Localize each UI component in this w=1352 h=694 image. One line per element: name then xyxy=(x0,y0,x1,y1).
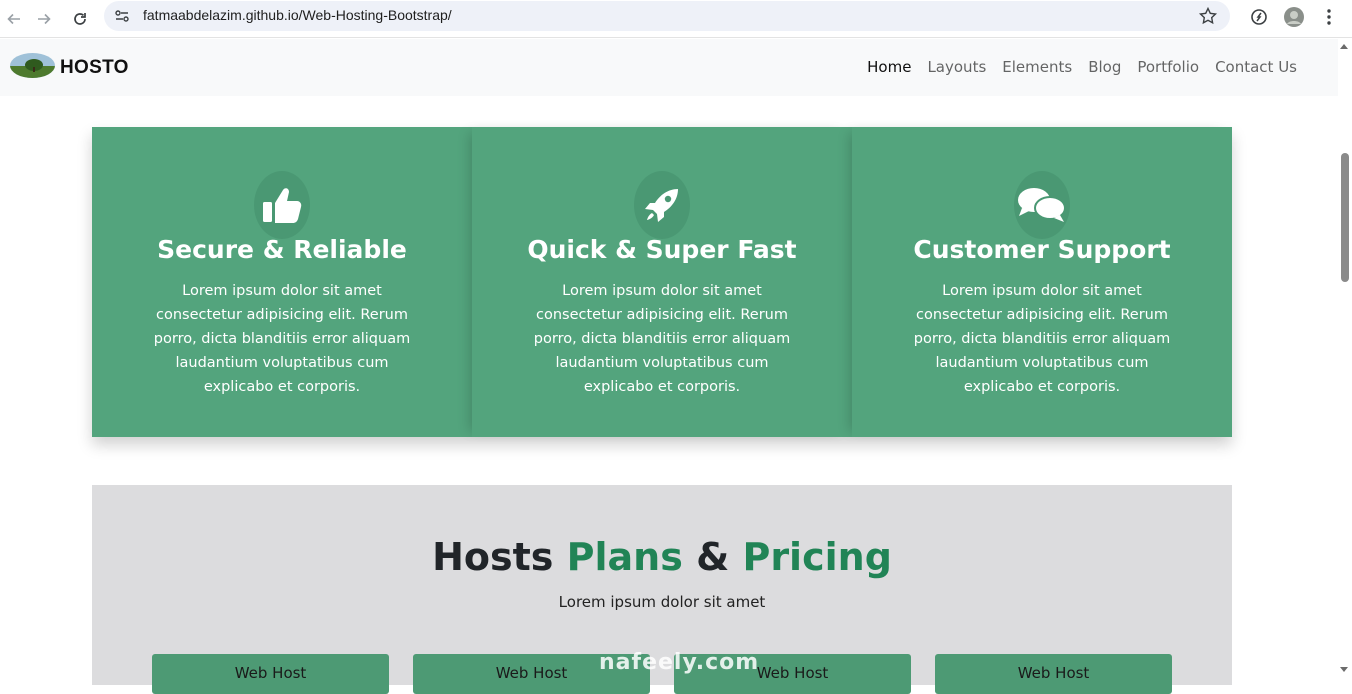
scrollbar-thumb[interactable] xyxy=(1341,153,1349,282)
brand-logo[interactable] xyxy=(10,53,55,78)
feature-title: Secure & Reliable xyxy=(157,235,407,264)
nav-link-elements[interactable]: Elements xyxy=(994,58,1080,76)
nav-link-portfolio[interactable]: Portfolio xyxy=(1129,58,1207,76)
plan-name: Web Host xyxy=(1017,664,1090,682)
forward-button[interactable] xyxy=(30,5,58,33)
nav-links: Home Layouts Elements Blog Portfolio Con… xyxy=(859,58,1305,76)
feature-text: Lorem ipsum dolor sit amet consectetur a… xyxy=(533,283,791,395)
more-vertical-icon xyxy=(1327,9,1331,25)
scroll-down-arrow-icon[interactable] xyxy=(1340,667,1348,672)
bookmark-star-icon[interactable] xyxy=(1198,6,1218,26)
arrow-right-icon xyxy=(38,13,51,25)
nav-link-blog[interactable]: Blog xyxy=(1080,58,1129,76)
feature-text: Lorem ipsum dolor sit amet consectetur a… xyxy=(913,283,1171,395)
feature-title: Quick & Super Fast xyxy=(527,235,797,264)
landscape-logo-icon xyxy=(10,53,55,78)
pricing-heading-part: & xyxy=(696,535,730,579)
nav-link-layouts[interactable]: Layouts xyxy=(919,58,994,76)
feature-card: Customer Support Lorem ipsum dolor sit a… xyxy=(852,127,1232,437)
feature-card: Quick & Super Fast Lorem ipsum dolor sit… xyxy=(472,127,852,437)
pricing-heading-part: Hosts xyxy=(432,535,554,579)
feature-title: Customer Support xyxy=(913,235,1171,264)
comments-icon xyxy=(1018,188,1066,222)
reload-button[interactable] xyxy=(66,5,94,33)
feature-text: Lorem ipsum dolor sit amet consectetur a… xyxy=(153,283,411,395)
site-navbar: HOSTO Home Layouts Elements Blog Portfol… xyxy=(0,39,1338,96)
site-settings-icon[interactable] xyxy=(114,8,130,24)
address-bar[interactable]: fatmaabdelazim.github.io/Web-Hosting-Boo… xyxy=(104,1,1230,31)
avatar-icon xyxy=(1284,7,1304,27)
plan-card-header: Web Host xyxy=(152,654,389,694)
feature-icon-badge xyxy=(254,171,310,239)
nav-link-home[interactable]: Home xyxy=(859,58,919,76)
back-button[interactable] xyxy=(0,5,28,33)
arrow-left-icon xyxy=(7,13,20,25)
browser-menu-button[interactable] xyxy=(1317,5,1341,29)
page-scrollbar[interactable] xyxy=(1338,39,1352,679)
nav-link-contact-us[interactable]: Contact Us xyxy=(1207,58,1305,76)
plan-name: Web Host xyxy=(234,664,307,682)
feature-icon-badge xyxy=(1014,171,1070,239)
scroll-up-arrow-icon[interactable] xyxy=(1340,44,1348,49)
rocket-icon xyxy=(645,189,678,222)
feature-icon-badge xyxy=(634,171,690,239)
pricing-heading-part: Pricing xyxy=(742,535,892,579)
url-text[interactable]: fatmaabdelazim.github.io/Web-Hosting-Boo… xyxy=(143,7,452,23)
thumbs-up-icon xyxy=(263,188,302,223)
pricing-subtitle: Lorem ipsum dolor sit amet xyxy=(558,593,766,611)
browser-toolbar: fatmaabdelazim.github.io/Web-Hosting-Boo… xyxy=(0,0,1352,38)
watermark: nafeely.com xyxy=(599,650,760,675)
extension-icon xyxy=(1251,9,1267,25)
reload-icon xyxy=(74,13,86,25)
features-section: Secure & Reliable Lorem ipsum dolor sit … xyxy=(92,127,1232,437)
feature-card: Secure & Reliable Lorem ipsum dolor sit … xyxy=(92,127,472,437)
brand-name[interactable]: HOSTO xyxy=(60,57,129,79)
plan-card-header: Web Host xyxy=(935,654,1172,694)
pricing-heading: Hosts Plans & Pricing xyxy=(92,535,1232,579)
profile-button[interactable] xyxy=(1282,5,1306,29)
pricing-heading-part: Plans xyxy=(566,535,683,579)
extension-button[interactable] xyxy=(1247,5,1271,29)
